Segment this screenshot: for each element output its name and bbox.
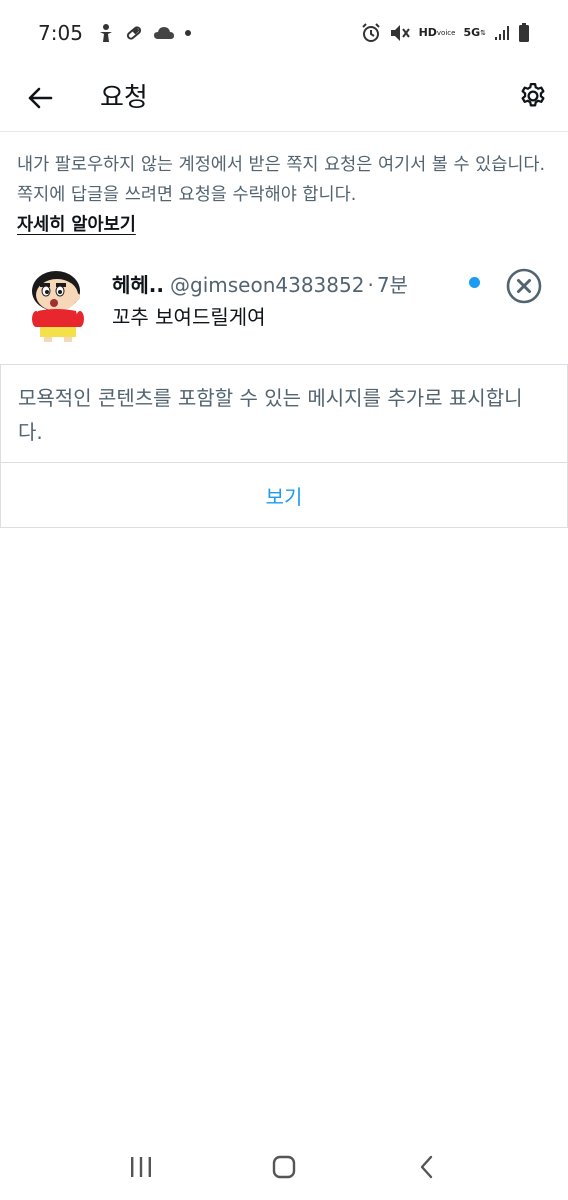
message-preview: 꼬추 보여드릴게여 <box>112 305 266 329</box>
request-header: 헤헤.. @gimseon4383852 · 7분 <box>112 269 408 298</box>
app-header: 요청 <box>0 66 568 132</box>
sender-name[interactable]: 헤헤.. <box>112 269 164 298</box>
mute-icon <box>389 23 411 43</box>
recent-apps-icon <box>131 1157 152 1177</box>
signal-icon <box>494 25 510 41</box>
battery-icon <box>518 23 530 43</box>
accessibility-icon <box>97 23 115 43</box>
chevron-left-icon <box>420 1155 432 1179</box>
separator: · <box>367 273 374 297</box>
settings-button[interactable] <box>516 78 550 114</box>
home-button[interactable] <box>264 1147 304 1187</box>
requests-description: 내가 팔로우하지 않는 계정에서 받은 쪽지 요청은 여기서 볼 수 있습니다.… <box>17 155 546 205</box>
hd-label: HD <box>418 26 437 39</box>
network-label: 5G <box>463 26 481 39</box>
data-arrows-icon: ⇅ <box>480 29 486 37</box>
nav-back-button[interactable] <box>407 1147 447 1187</box>
home-icon <box>272 1155 296 1179</box>
learn-more-link[interactable]: 자세히 알아보기 <box>17 215 136 235</box>
status-left: 7:05 <box>38 21 191 45</box>
timestamp: 7분 <box>376 273 408 297</box>
network-5g-icon: 5G ⇅ <box>463 26 486 39</box>
status-bar: 7:05 HD voice 5G ⇅ <box>0 0 568 66</box>
voice-label: voice <box>436 29 456 37</box>
recent-apps-button[interactable] <box>121 1147 161 1187</box>
filtered-messages-text: 모욕적인 콘텐츠를 포함할 수 있는 메시지를 추가로 표시합니다. <box>18 386 523 444</box>
filtered-messages-notice: 모욕적인 콘텐츠를 포함할 수 있는 메시지를 추가로 표시합니다. 보기 <box>0 364 568 528</box>
hd-voice-icon: HD voice <box>418 26 456 39</box>
close-circle-icon <box>506 268 542 304</box>
notification-dot-icon <box>184 30 191 36</box>
dismiss-request-button[interactable] <box>506 268 542 304</box>
unread-indicator <box>469 277 480 288</box>
avatar[interactable] <box>26 265 94 343</box>
system-nav-bar <box>0 1134 568 1200</box>
status-right: HD voice 5G ⇅ <box>361 23 530 43</box>
sender-handle[interactable]: @gimseon4383852 <box>170 273 364 297</box>
back-button[interactable] <box>22 80 58 116</box>
gear-icon <box>521 83 545 107</box>
view-button[interactable]: 보기 <box>1 463 567 527</box>
back-arrow-icon <box>28 87 53 109</box>
alarm-icon <box>361 23 381 43</box>
status-time: 7:05 <box>38 21 83 45</box>
message-request-item[interactable]: 헤헤.. @gimseon4383852 · 7분 꼬추 보여드릴게여 <box>0 255 568 363</box>
cloud-icon <box>153 25 175 41</box>
page-title: 요청 <box>100 83 148 113</box>
requests-info: 내가 팔로우하지 않는 계정에서 받은 쪽지 요청은 여기서 볼 수 있습니다.… <box>17 150 547 240</box>
pill-icon <box>125 24 143 42</box>
